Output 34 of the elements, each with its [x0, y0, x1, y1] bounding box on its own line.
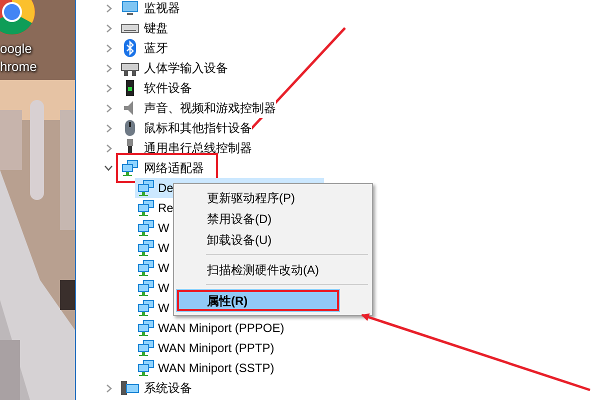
- network-icon: [137, 359, 155, 377]
- tree-item[interactable]: 声音、视频和游戏控制器: [121, 98, 276, 118]
- network-icon: [137, 259, 155, 277]
- network-icon: [137, 219, 155, 237]
- network-icon: [137, 299, 155, 317]
- network-icon: [137, 179, 155, 197]
- tree-item[interactable]: WAN Miniport (PPPOE): [135, 318, 288, 338]
- computer-icon: [121, 379, 139, 397]
- tree-item[interactable]: W: [135, 278, 174, 298]
- tree-item[interactable]: W: [135, 238, 174, 258]
- bluetooth-icon: [121, 39, 139, 57]
- menu-item[interactable]: 卸载设备(U): [176, 229, 370, 250]
- desktop-icon-label: oogle: [0, 40, 32, 58]
- network-icon: [137, 339, 155, 357]
- tree-item[interactable]: W: [135, 298, 174, 318]
- tree-item[interactable]: 监视器: [121, 0, 180, 18]
- tree-item[interactable]: W: [135, 258, 174, 278]
- tree-item[interactable]: W: [135, 218, 174, 238]
- network-icon: [137, 279, 155, 297]
- network-icon: [137, 319, 155, 337]
- tree-item[interactable]: Re: [135, 198, 178, 218]
- network-icon: [121, 159, 139, 177]
- tree-item[interactable]: 蓝牙: [121, 38, 168, 58]
- tree-item[interactable]: WAN Miniport (SSTP): [135, 358, 278, 378]
- monitor-icon: [121, 0, 139, 17]
- tree-item[interactable]: 系统设备: [121, 378, 192, 398]
- menu-item[interactable]: 禁用设备(D): [176, 208, 370, 229]
- tree-item[interactable]: WAN Miniport (PPTP): [135, 338, 278, 358]
- network-icon: [137, 239, 155, 257]
- network-icon: [137, 199, 155, 217]
- menu-item[interactable]: 更新驱动程序(P): [176, 187, 370, 208]
- menu-item[interactable]: 属性(R): [176, 289, 340, 312]
- desktop-icon-label: hrome: [0, 58, 37, 76]
- menu-item[interactable]: 扫描检测硬件改动(A): [176, 259, 370, 280]
